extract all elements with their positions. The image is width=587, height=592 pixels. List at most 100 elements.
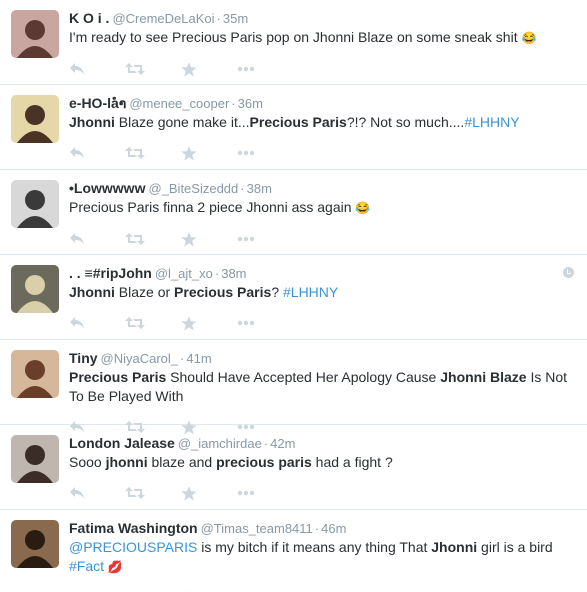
tweet-actions — [69, 481, 575, 505]
tweet-username[interactable]: @Timas_team8411 — [201, 521, 313, 536]
favorite-button[interactable] — [181, 229, 237, 249]
avatar[interactable] — [11, 265, 59, 313]
tweet-username[interactable]: @_BiteSizeddd — [148, 181, 238, 196]
tweet-username[interactable]: @CremeDeLaKoi — [112, 11, 214, 26]
tweet[interactable]: e-HO-laຳ @menee_cooper · 36m Jhonni Blaze g… — [0, 85, 587, 170]
tweet-timestamp[interactable]: 42m — [270, 436, 295, 451]
tweet-fullname[interactable]: . . ≡#ripJohn — [69, 265, 152, 281]
tweet-text: I'm ready to see Precious Paris pop on J… — [69, 29, 537, 45]
favorite-button[interactable] — [181, 143, 237, 163]
more-icon — [237, 320, 255, 326]
avatar[interactable] — [11, 435, 59, 483]
tweet-timestamp[interactable]: 38m — [247, 181, 272, 196]
tweet-username[interactable]: @NiyaCarol_ — [101, 351, 179, 366]
tweet[interactable]: London Jalease @_iamchirdae · 42m Sooo jhon… — [0, 425, 587, 510]
tweet[interactable]: •Lowwwww @_BiteSizeddd · 38m Precious Paris… — [0, 170, 587, 255]
more-icon — [237, 66, 255, 72]
hashtag-link[interactable]: #LHHNY — [283, 284, 338, 300]
emoji-icon: 😂 — [355, 201, 371, 215]
tweet-header: London Jalease @_iamchirdae · 42m — [69, 434, 575, 452]
retweet-button[interactable] — [125, 143, 181, 163]
tweet-actions — [69, 311, 575, 335]
tweet-timestamp[interactable]: 38m — [221, 266, 246, 281]
reply-button[interactable] — [69, 313, 125, 333]
retweet-button[interactable] — [125, 59, 181, 79]
hashtag-link[interactable]: #Fact — [69, 558, 104, 574]
tweet-header: Tiny @NiyaCarol_ · 41m — [69, 349, 575, 367]
avatar[interactable] — [11, 95, 59, 143]
reply-button[interactable] — [69, 59, 125, 79]
tweet-header: . . ≡#ripJohn @l_ajt_xo · 38m — [69, 264, 575, 282]
separator-dot: · — [263, 436, 269, 451]
more-icon — [237, 236, 255, 242]
tweet-header: •Lowwwww @_BiteSizeddd · 38m — [69, 179, 575, 197]
more-button[interactable] — [237, 59, 293, 79]
more-icon — [237, 150, 255, 156]
tweet-fullname[interactable]: •Lowwwww — [69, 180, 145, 196]
retweet-button[interactable] — [125, 588, 181, 592]
retweet-icon — [125, 62, 145, 76]
tweet-actions — [69, 586, 575, 592]
tweet-timestamp[interactable]: 36m — [238, 96, 263, 111]
reply-icon — [69, 146, 85, 160]
tweet[interactable]: K O i . @CremeDeLaKoi · 35m I'm ready to se… — [0, 0, 587, 85]
favorite-button[interactable] — [181, 588, 237, 592]
favorite-icon — [181, 485, 197, 501]
reply-button[interactable] — [69, 229, 125, 249]
tweet-username[interactable]: @menee_cooper — [129, 96, 229, 111]
tweet-timestamp[interactable]: 35m — [223, 11, 248, 26]
more-button[interactable] — [237, 313, 293, 333]
tweet-actions — [69, 57, 575, 81]
more-button[interactable] — [237, 588, 293, 592]
reply-button[interactable] — [69, 588, 125, 592]
tweet-fullname[interactable]: e-HO-laຳ — [69, 95, 126, 111]
retweet-icon — [125, 316, 145, 330]
tweet-fullname[interactable]: London Jalease — [69, 435, 175, 451]
avatar[interactable] — [11, 350, 59, 398]
more-button[interactable] — [237, 229, 293, 249]
tweet-text: @PRECIOUSPARIS is my bitch if it means a… — [69, 539, 553, 574]
reply-button[interactable] — [69, 483, 125, 503]
separator-dot: · — [240, 181, 245, 196]
avatar[interactable] — [11, 180, 59, 228]
tweet-text: Precious Paris finna 2 piece Jhonni ass … — [69, 199, 371, 215]
separator-dot: · — [180, 351, 185, 366]
tweet-timestamp[interactable]: 46m — [321, 521, 346, 536]
hashtag-link[interactable]: #LHHNY — [464, 114, 519, 130]
favorite-icon — [181, 61, 197, 77]
more-icon — [237, 490, 255, 496]
retweet-button[interactable] — [125, 313, 181, 333]
retweet-icon — [125, 486, 145, 500]
conversation-icon[interactable] — [563, 267, 574, 278]
tweet-actions — [69, 141, 575, 165]
favorite-icon — [181, 145, 197, 161]
tweet-username[interactable]: @l_ajt_xo — [155, 266, 213, 281]
tweet[interactable]: . . ≡#ripJohn @l_ajt_xo · 38m Jhonni Blaze … — [0, 255, 587, 340]
tweet-fullname[interactable]: Tiny — [69, 350, 98, 366]
tweet-username[interactable]: @_iamchirdae — [178, 436, 262, 451]
more-button[interactable] — [237, 483, 293, 503]
hashtag-link[interactable]: @PRECIOUSPARIS — [69, 539, 197, 555]
tweet-timestamp[interactable]: 41m — [186, 351, 211, 366]
avatar[interactable] — [11, 520, 59, 568]
separator-dot: · — [314, 521, 320, 536]
emoji-icon: 💋 — [107, 560, 123, 574]
tweet-fullname[interactable]: K O i . — [69, 10, 109, 26]
reply-icon — [69, 62, 85, 76]
more-button[interactable] — [237, 143, 293, 163]
favorite-button[interactable] — [181, 313, 237, 333]
reply-button[interactable] — [69, 143, 125, 163]
tweet[interactable]: Tiny @NiyaCarol_ · 41m Precious Paris Shoul… — [0, 340, 587, 434]
emoji-icon: 😂 — [521, 31, 537, 45]
retweet-button[interactable] — [125, 483, 181, 503]
tweet-fullname[interactable]: Fatima Washington — [69, 520, 198, 536]
retweet-button[interactable] — [125, 229, 181, 249]
tweet-text: Jhonni Blaze or Precious Paris? #LHHNY — [69, 284, 339, 300]
tweet-text: Precious Paris Should Have Accepted Her … — [69, 369, 568, 404]
favorite-button[interactable] — [181, 59, 237, 79]
favorite-button[interactable] — [181, 483, 237, 503]
reply-icon — [69, 486, 85, 500]
reply-icon — [69, 232, 85, 246]
avatar[interactable] — [11, 10, 59, 58]
tweet[interactable]: Fatima Washington @Timas_team8411 · 46m @PR… — [0, 510, 587, 592]
